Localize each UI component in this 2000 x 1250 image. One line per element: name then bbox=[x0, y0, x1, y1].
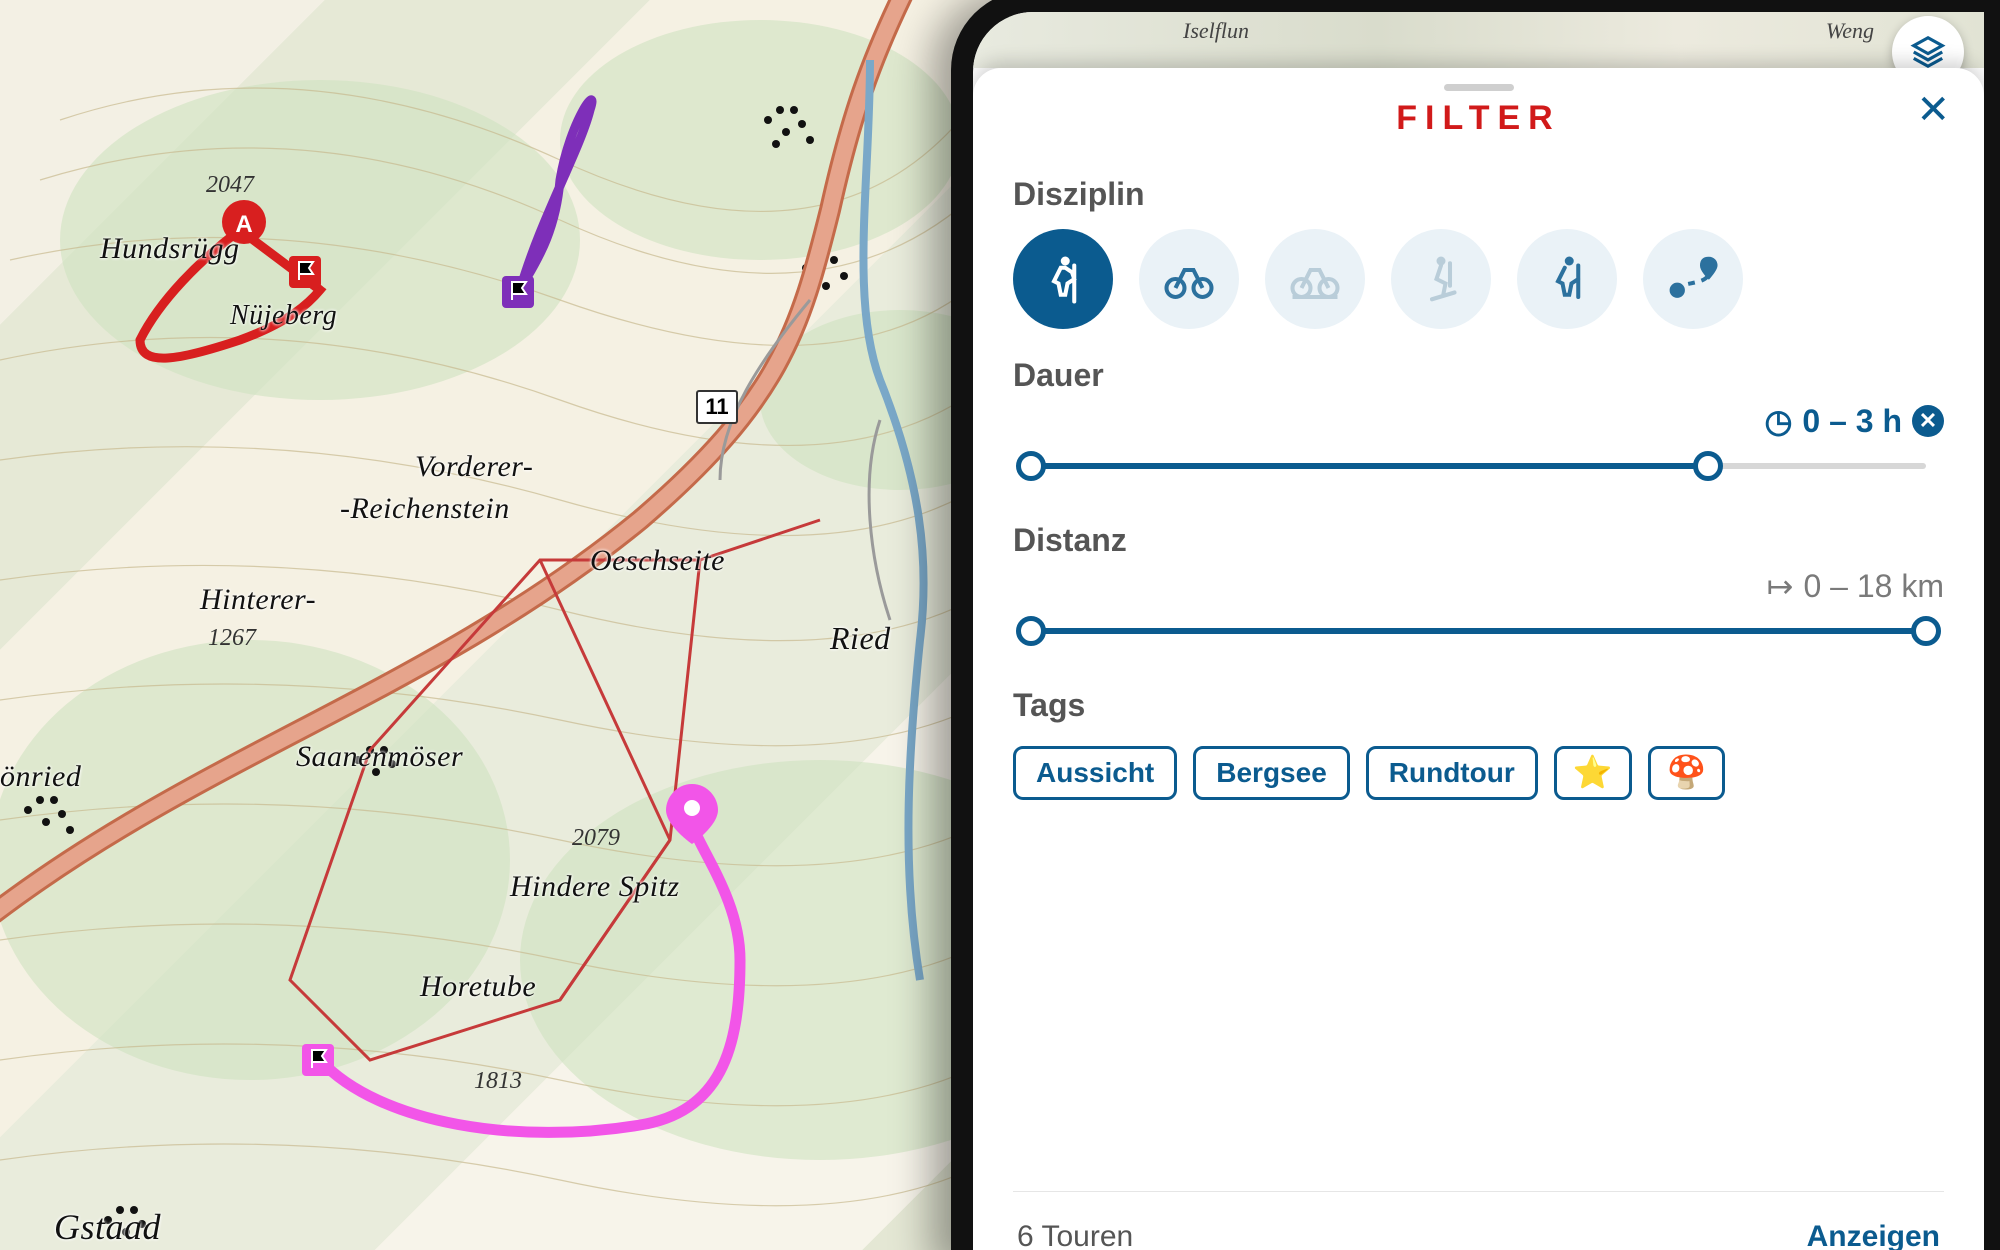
elev-horetube: 1813 bbox=[474, 1068, 522, 1095]
layers-icon bbox=[1909, 33, 1947, 71]
label-vorderer-1: Vorderer- bbox=[415, 450, 533, 484]
duration-value: 0 – 3 h bbox=[1802, 403, 1902, 440]
distance-thumb-lo[interactable] bbox=[1016, 616, 1046, 646]
map-peek-strip[interactable]: Iselflun Weng bbox=[973, 12, 1984, 68]
tags-row: Aussicht Bergsee Rundtour ⭐ 🍄 bbox=[1013, 746, 1944, 800]
bike-icon bbox=[1162, 252, 1216, 306]
label-gstaad: Gstaad bbox=[54, 1206, 161, 1248]
tag-rundtour[interactable]: Rundtour bbox=[1366, 746, 1538, 800]
distance-track[interactable] bbox=[1019, 611, 1938, 651]
label-hundsrugg: Hundsrügg bbox=[100, 232, 240, 266]
snowshoe-icon bbox=[1540, 252, 1594, 306]
apply-button[interactable]: Anzeigen bbox=[1807, 1220, 1940, 1250]
discipline-ski-touring[interactable] bbox=[1391, 229, 1491, 329]
close-button[interactable]: ✕ bbox=[1916, 90, 1950, 130]
duration-thumb-hi[interactable] bbox=[1693, 451, 1723, 481]
label-nujeberg: Nüjeberg bbox=[230, 300, 337, 332]
elev-hinterer: 1267 bbox=[208, 625, 256, 652]
tags-label: Tags bbox=[1013, 687, 1944, 724]
label-saanenmoser: Saanenmöser bbox=[296, 740, 463, 774]
label-oeschseite: Oeschseite bbox=[590, 544, 725, 578]
duration-clear[interactable]: ✕ bbox=[1912, 405, 1944, 437]
hiker-icon bbox=[1036, 252, 1090, 306]
filter-footer: 6 Touren Anzeigen bbox=[1013, 1191, 1944, 1250]
ski-tourer-icon bbox=[1414, 252, 1468, 306]
elev-hindere: 2079 bbox=[572, 825, 620, 852]
discipline-multi-day[interactable] bbox=[1643, 229, 1743, 329]
duration-label: Dauer bbox=[1013, 357, 1944, 394]
discipline-label: Disziplin bbox=[1013, 176, 1944, 213]
label-schonried: önried bbox=[0, 760, 81, 794]
filter-title: FILTER bbox=[1013, 99, 1944, 138]
clock-icon: ◷ bbox=[1764, 402, 1792, 440]
discipline-mtb[interactable] bbox=[1265, 229, 1365, 329]
road-number-badge: 11 bbox=[696, 390, 738, 424]
discipline-biking[interactable] bbox=[1139, 229, 1239, 329]
tag-bergsee[interactable]: Bergsee bbox=[1193, 746, 1350, 800]
label-ried: Ried bbox=[830, 620, 891, 657]
label-hinterer: Hinterer- bbox=[200, 583, 316, 617]
tag-mushroom[interactable]: 🍄 bbox=[1648, 746, 1726, 800]
duration-thumb-lo[interactable] bbox=[1016, 451, 1046, 481]
discipline-snowshoe[interactable] bbox=[1517, 229, 1617, 329]
distance-value: 0 – 18 km bbox=[1803, 568, 1944, 605]
route-icon bbox=[1666, 252, 1720, 306]
label-vorderer-2: -Reichenstein bbox=[340, 492, 510, 526]
sheet-handle[interactable] bbox=[1444, 84, 1514, 91]
distance-slider: ↦ 0 – 18 km bbox=[1013, 575, 1944, 677]
distance-label: Distanz bbox=[1013, 522, 1944, 559]
distance-thumb-hi[interactable] bbox=[1911, 616, 1941, 646]
tag-star[interactable]: ⭐ bbox=[1554, 746, 1632, 800]
tag-aussicht[interactable]: Aussicht bbox=[1013, 746, 1177, 800]
discipline-row bbox=[1013, 229, 1944, 333]
discipline-hiking[interactable] bbox=[1013, 229, 1113, 329]
filter-sheet: ✕ FILTER Disziplin bbox=[973, 68, 1984, 1250]
distance-arrow-icon: ↦ bbox=[1767, 567, 1794, 605]
peek-label-1: Iselflun bbox=[1183, 18, 1249, 44]
phone-screen: Iselflun Weng ✕ FILTER Disziplin bbox=[973, 12, 1984, 1250]
duration-track[interactable] bbox=[1019, 446, 1938, 486]
elev-hundsrugg: 2047 bbox=[206, 172, 254, 199]
result-count: 6 Touren bbox=[1017, 1220, 1133, 1250]
label-hindere: Hindere Spitz bbox=[510, 870, 680, 904]
mtb-icon bbox=[1288, 252, 1342, 306]
peek-label-2: Weng bbox=[1826, 18, 1874, 44]
phone-frame: Iselflun Weng ✕ FILTER Disziplin bbox=[951, 0, 2000, 1250]
duration-slider: ◷ 0 – 3 h ✕ bbox=[1013, 410, 1944, 512]
label-horetube: Horetube bbox=[420, 970, 536, 1004]
